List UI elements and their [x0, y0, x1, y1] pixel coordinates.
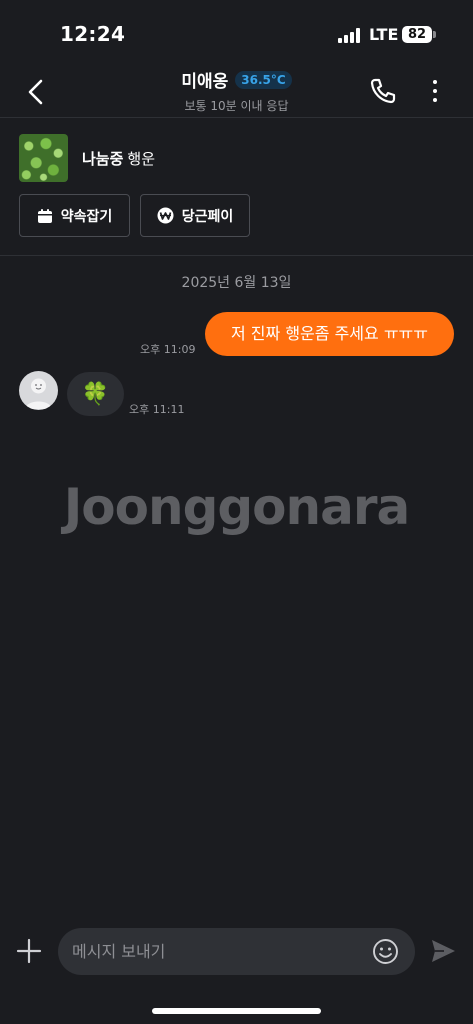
message-composer	[58, 928, 415, 975]
calendar-icon	[37, 208, 52, 223]
appointment-button[interactable]: 약속잡기	[19, 194, 130, 237]
battery-icon: 82	[402, 26, 432, 43]
date-divider: 2025년 6월 13일	[181, 275, 292, 291]
plus-icon	[16, 938, 42, 964]
call-button[interactable]	[368, 76, 398, 106]
send-icon	[432, 940, 455, 962]
status-time: 12:24	[60, 22, 126, 46]
default-profile-icon	[25, 378, 52, 409]
message-time: 오후 11:09	[140, 343, 196, 356]
name-row: 미애옹 36.5°C	[120, 67, 353, 92]
network-type: LTE	[369, 25, 399, 44]
more-dot	[433, 98, 437, 102]
smiley-icon	[373, 939, 398, 964]
chat-header: 미애옹 36.5°C 보통 10분 이내 응답	[0, 66, 473, 118]
header-title-block: 미애옹 36.5°C 보통 10분 이내 응답	[120, 66, 353, 114]
more-options-button[interactable]	[424, 76, 446, 106]
attach-button[interactable]	[14, 936, 44, 966]
contact-name[interactable]: 미애옹	[181, 67, 228, 92]
message-time: 오후 11:11	[129, 403, 185, 416]
item-card: 나눔중 행운 약속잡기 당근페이	[0, 119, 473, 256]
sent-message-bubble[interactable]: 저 진짜 행운좀 주세요 ㅠㅠㅠ	[205, 312, 454, 356]
received-message-bubble[interactable]: 🍀	[67, 372, 124, 416]
back-button[interactable]	[20, 74, 52, 110]
phone-icon	[370, 78, 396, 104]
status-bar: 12:24 LTE 82	[0, 0, 473, 66]
manner-temperature-badge: 36.5°C	[235, 70, 292, 89]
more-dot	[433, 89, 437, 93]
won-icon	[157, 207, 174, 224]
item-title: 행운	[127, 150, 156, 168]
more-dot	[433, 80, 437, 84]
message-input[interactable]	[72, 928, 362, 975]
send-button[interactable]	[429, 937, 457, 965]
signal-icon	[338, 28, 360, 43]
avatar[interactable]	[19, 371, 58, 410]
home-indicator	[152, 1008, 321, 1014]
pay-label: 당근페이	[181, 208, 234, 225]
battery-tip	[433, 31, 436, 38]
response-time-note: 보통 10분 이내 응답	[184, 99, 289, 113]
item-info[interactable]: 나눔중 행운	[82, 148, 155, 169]
clover-emoji: 🍀	[81, 381, 110, 407]
item-thumbnail[interactable]	[19, 134, 68, 182]
chevron-left-icon	[28, 79, 43, 105]
item-status-label: 나눔중	[82, 150, 124, 168]
emoji-button[interactable]	[372, 938, 399, 965]
pay-button[interactable]: 당근페이	[140, 194, 250, 237]
appointment-label: 약속잡기	[60, 208, 113, 225]
watermark: Joonggonara	[63, 478, 411, 536]
